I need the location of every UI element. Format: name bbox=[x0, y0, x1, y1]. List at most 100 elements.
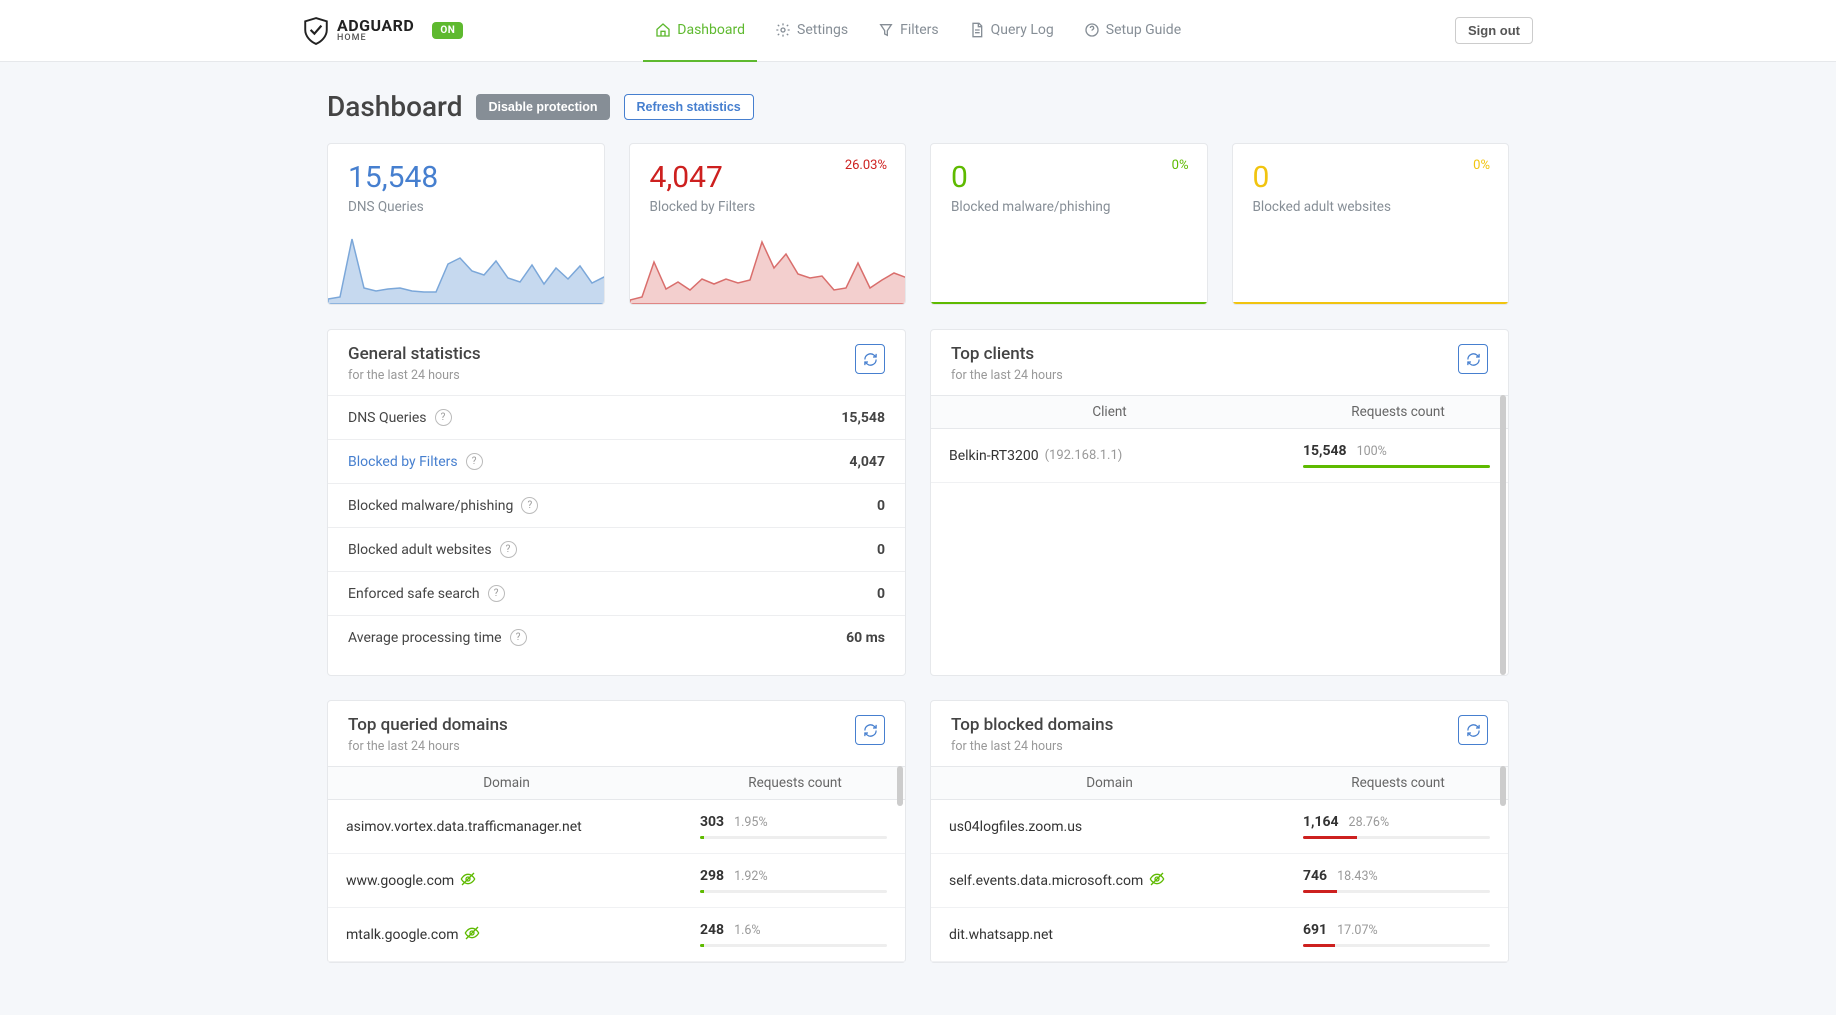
table-header: Domain Requests count bbox=[328, 766, 905, 800]
brand-name: ADGUARD bbox=[337, 18, 414, 34]
reload-button[interactable] bbox=[855, 344, 885, 374]
nav-settings[interactable]: Settings bbox=[763, 0, 860, 62]
domain-name: www.google.com bbox=[346, 873, 454, 889]
nav-filters[interactable]: Filters bbox=[866, 0, 951, 62]
logo[interactable]: ADGUARD HOME ON bbox=[303, 17, 463, 45]
tracker-icon[interactable] bbox=[1149, 871, 1165, 891]
domain-row[interactable]: dit.whatsapp.net 69117.07% bbox=[931, 908, 1508, 962]
request-pct: 28.76% bbox=[1349, 815, 1390, 830]
request-count: 1,164 bbox=[1303, 814, 1339, 830]
nav-querylog[interactable]: Query Log bbox=[957, 0, 1066, 62]
domain-row[interactable]: asimov.vortex.data.trafficmanager.net 30… bbox=[328, 800, 905, 854]
domain-row[interactable]: us04logfiles.zoom.us 1,16428.76% bbox=[931, 800, 1508, 854]
tracker-icon[interactable] bbox=[464, 925, 480, 945]
scrollbar[interactable] bbox=[897, 766, 903, 806]
filter-icon bbox=[878, 22, 894, 38]
signout-button[interactable]: Sign out bbox=[1455, 17, 1533, 44]
stat-value: 0 bbox=[1253, 160, 1489, 195]
request-pct: 1.95% bbox=[734, 815, 768, 830]
col-domain: Domain bbox=[931, 767, 1288, 799]
help-icon[interactable]: ? bbox=[488, 585, 505, 602]
general-stat-row: Blocked malware/phishing ? 0 bbox=[328, 483, 905, 527]
nav-dashboard[interactable]: Dashboard bbox=[643, 0, 757, 62]
stat-value: 0 bbox=[877, 586, 885, 602]
stat-cards: 15,548 DNS Queries 26.03% 4,047 Blocked … bbox=[327, 143, 1509, 305]
help-icon[interactable]: ? bbox=[521, 497, 538, 514]
request-count: 746 bbox=[1303, 868, 1327, 884]
nav-label: Setup Guide bbox=[1106, 22, 1181, 38]
reload-button[interactable] bbox=[855, 715, 885, 745]
top-clients-panel: Top clients for the last 24 hours Client… bbox=[930, 329, 1509, 676]
col-domain: Domain bbox=[328, 767, 685, 799]
stat-label: Average processing time ? bbox=[348, 629, 527, 646]
col-requests: Requests count bbox=[1288, 396, 1508, 428]
flat-bar bbox=[931, 302, 1207, 304]
help-icon[interactable]: ? bbox=[500, 541, 517, 558]
stat-label: DNS Queries bbox=[348, 199, 584, 215]
panel-sub: for the last 24 hours bbox=[951, 739, 1113, 754]
nav-label: Settings bbox=[797, 22, 848, 38]
stat-label: Blocked adult websites bbox=[1253, 199, 1489, 215]
stat-label: Blocked malware/phishing ? bbox=[348, 497, 538, 514]
stat-label: Blocked adult websites ? bbox=[348, 541, 517, 558]
help-icon[interactable]: ? bbox=[435, 409, 452, 426]
table-header: Client Requests count bbox=[931, 395, 1508, 429]
general-stats-panel: General statistics for the last 24 hours… bbox=[327, 329, 906, 676]
stat-blocked-filters[interactable]: 26.03% 4,047 Blocked by Filters bbox=[629, 143, 907, 305]
nav-label: Filters bbox=[900, 22, 939, 38]
general-stat-row: Enforced safe search ? 0 bbox=[328, 571, 905, 615]
general-stat-row: Blocked adult websites ? 0 bbox=[328, 527, 905, 571]
col-requests: Requests count bbox=[685, 767, 905, 799]
general-stat-row: Blocked by Filters ? 4,047 bbox=[328, 439, 905, 483]
panel-sub: for the last 24 hours bbox=[348, 739, 508, 754]
blocked-sparkline bbox=[630, 234, 907, 304]
stat-label: DNS Queries ? bbox=[348, 409, 452, 426]
request-count: 303 bbox=[700, 814, 724, 830]
col-requests: Requests count bbox=[1288, 767, 1508, 799]
scrollbar[interactable] bbox=[1500, 395, 1506, 675]
home-icon bbox=[655, 22, 671, 38]
domain-row[interactable]: mtalk.google.com 2481.6% bbox=[328, 908, 905, 962]
dns-sparkline bbox=[328, 234, 605, 304]
request-pct: 18.43% bbox=[1337, 869, 1378, 884]
domain-name: dit.whatsapp.net bbox=[949, 927, 1053, 943]
tracker-icon[interactable] bbox=[460, 871, 476, 891]
stat-blocked-adult[interactable]: 0% 0 Blocked adult websites bbox=[1232, 143, 1510, 305]
client-ip: (192.168.1.1) bbox=[1045, 448, 1123, 463]
stat-blocked-malware[interactable]: 0% 0 Blocked malware/phishing bbox=[930, 143, 1208, 305]
scrollbar[interactable] bbox=[1500, 766, 1506, 806]
stat-label: Enforced safe search ? bbox=[348, 585, 505, 602]
panel-sub: for the last 24 hours bbox=[951, 368, 1063, 383]
stat-value: 4,047 bbox=[849, 454, 885, 470]
stat-dns-queries[interactable]: 15,548 DNS Queries bbox=[327, 143, 605, 305]
refresh-icon bbox=[1466, 352, 1481, 367]
question-icon bbox=[1084, 22, 1100, 38]
client-name: Belkin-RT3200 bbox=[949, 448, 1039, 464]
request-pct: 17.07% bbox=[1337, 923, 1378, 938]
help-icon[interactable]: ? bbox=[466, 453, 483, 470]
domain-row[interactable]: www.google.com 2981.92% bbox=[328, 854, 905, 908]
domain-row[interactable]: self.events.data.microsoft.com 74618.43% bbox=[931, 854, 1508, 908]
stat-value: 0 bbox=[877, 498, 885, 514]
refresh-icon bbox=[863, 352, 878, 367]
request-pct: 1.6% bbox=[734, 923, 761, 938]
page-header: Dashboard Disable protection Refresh sta… bbox=[327, 90, 1509, 123]
nav-setup[interactable]: Setup Guide bbox=[1072, 0, 1193, 62]
domain-name: asimov.vortex.data.trafficmanager.net bbox=[346, 819, 582, 835]
stat-label[interactable]: Blocked by Filters ? bbox=[348, 453, 483, 470]
refresh-icon bbox=[863, 723, 878, 738]
help-icon[interactable]: ? bbox=[510, 629, 527, 646]
table-header: Domain Requests count bbox=[931, 766, 1508, 800]
refresh-stats-button[interactable]: Refresh statistics bbox=[624, 94, 754, 120]
brand-sub: HOME bbox=[337, 34, 414, 43]
panel-title: General statistics bbox=[348, 344, 481, 364]
col-client: Client bbox=[931, 396, 1288, 428]
file-icon bbox=[969, 22, 985, 38]
reload-button[interactable] bbox=[1458, 715, 1488, 745]
client-row[interactable]: Belkin-RT3200 (192.168.1.1) 15,548100% bbox=[931, 429, 1508, 483]
panel-title: Top blocked domains bbox=[951, 715, 1113, 735]
reload-button[interactable] bbox=[1458, 344, 1488, 374]
stat-value: 15,548 bbox=[348, 160, 584, 195]
disable-protection-button[interactable]: Disable protection bbox=[476, 94, 609, 120]
stat-pct: 26.03% bbox=[845, 158, 887, 173]
